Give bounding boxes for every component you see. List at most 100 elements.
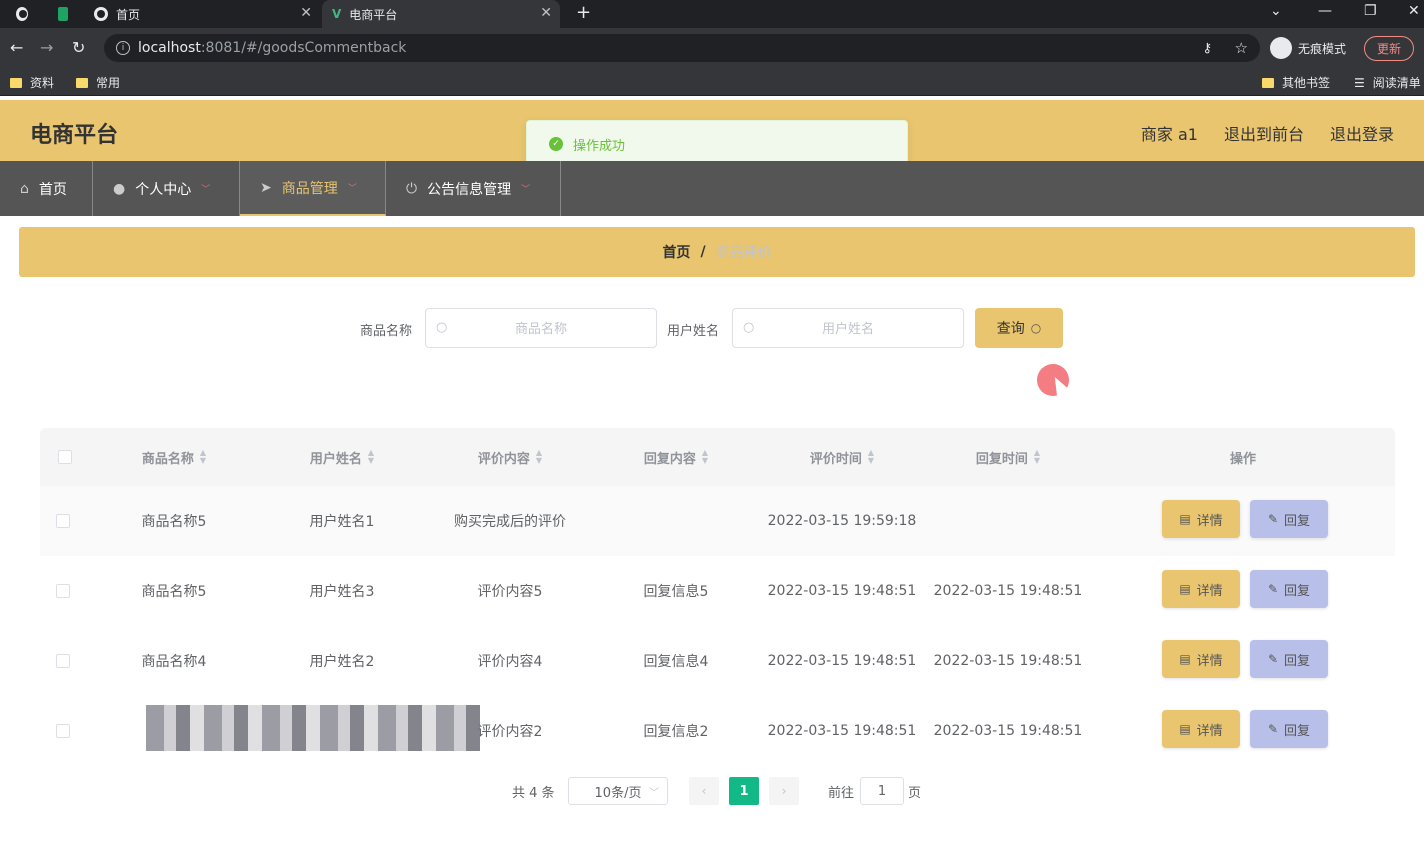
cell-user: 用户姓名2 xyxy=(309,654,375,670)
column-label: 用户姓名 xyxy=(309,451,362,467)
cell-reply-time xyxy=(926,486,1090,556)
page-size-select[interactable]: 10条/页 ﹀ xyxy=(568,777,668,805)
tab-search-icon[interactable]: ⌄ xyxy=(1270,3,1282,19)
column-header[interactable]: 回复内容 ▲ ▼ xyxy=(594,428,758,486)
menu-item-home[interactable]: ⌂ 首页 xyxy=(0,161,93,216)
breadcrumb-separator: / xyxy=(700,244,706,260)
cell-reply-time: 2022-03-15 19:48:51 xyxy=(933,723,1083,739)
site-info-icon[interactable]: i xyxy=(116,41,130,55)
power-icon: ⏻ xyxy=(406,180,418,197)
close-tab-icon[interactable]: ✕ xyxy=(540,5,552,21)
back-icon[interactable]: ← xyxy=(10,38,23,57)
logout-link[interactable]: 退出登录 xyxy=(1330,121,1394,145)
user-name-field[interactable]: ○ xyxy=(732,308,964,348)
user-name-input[interactable] xyxy=(733,309,963,347)
next-page-button[interactable]: › xyxy=(769,777,799,805)
button-label: 详情 xyxy=(1196,723,1223,739)
page-number-current[interactable]: 1 xyxy=(729,777,759,805)
new-tab-icon[interactable]: + xyxy=(576,2,591,23)
column-header[interactable]: 评价内容 ▲ ▼ xyxy=(428,428,592,486)
close-tab-icon[interactable]: ✕ xyxy=(300,5,312,21)
detail-button[interactable]: ▤ 详情 xyxy=(1162,500,1240,538)
reply-button[interactable]: ✎ 回复 xyxy=(1250,500,1328,538)
reply-button[interactable]: ✎ 回复 xyxy=(1250,640,1328,678)
breadcrumb-home[interactable]: 首页 xyxy=(662,242,690,262)
menu-item-profile[interactable]: ● 个人中心 ﹀ xyxy=(93,161,240,216)
row-checkbox[interactable] xyxy=(56,584,70,598)
update-button[interactable]: 更新 xyxy=(1364,35,1415,61)
success-icon: ✓ xyxy=(549,137,563,151)
row-checkbox[interactable] xyxy=(56,514,70,528)
minimize-icon[interactable]: — xyxy=(1318,3,1332,19)
reload-icon[interactable]: ↻ xyxy=(72,38,85,57)
reading-list-icon: ☰ xyxy=(1354,75,1365,90)
sort-icon[interactable]: ▲ ▼ xyxy=(868,449,874,465)
restore-icon[interactable]: ❐ xyxy=(1364,3,1377,19)
select-all-checkbox[interactable] xyxy=(54,428,76,486)
cell-user: 用户姓名1 xyxy=(309,514,375,530)
column-header[interactable]: 评价时间 ▲ ▼ xyxy=(760,428,924,486)
menu-item-notice[interactable]: ⏻ 公告信息管理 ﹀ xyxy=(386,161,561,216)
forward-icon[interactable]: → xyxy=(40,38,53,57)
document-icon: ▤ xyxy=(1179,512,1191,526)
button-label: 详情 xyxy=(1196,653,1223,669)
cell-reply: 回复信息5 xyxy=(643,584,709,600)
reply-button[interactable]: ✎ 回复 xyxy=(1250,570,1328,608)
bookmark-folder-other[interactable]: 其他书签 xyxy=(1262,74,1330,91)
bookmark-folder-ziliao[interactable]: 资料 xyxy=(10,74,54,91)
detail-button[interactable]: ▤ 详情 xyxy=(1162,710,1240,748)
menu-label: 公告信息管理 xyxy=(427,181,512,198)
sort-icon[interactable]: ▲ ▼ xyxy=(200,449,206,465)
menu-item-goods[interactable]: ➤ 商品管理 ﹀ xyxy=(240,161,386,216)
cell-comment: 评价内容5 xyxy=(477,584,543,600)
sort-icon[interactable]: ▲ ▼ xyxy=(702,449,708,465)
breadcrumb-current: 商品评价 xyxy=(715,245,772,261)
sort-icon[interactable]: ▲ ▼ xyxy=(1034,449,1040,465)
goods-name-input[interactable] xyxy=(426,309,656,347)
pinned-tab[interactable] xyxy=(48,0,78,28)
bookmarks-bar: 资料 常用 其他书签 ☰ 阅读清单 xyxy=(0,68,1424,96)
column-header[interactable]: 回复时间 ▲ ▼ xyxy=(926,428,1090,486)
table-row: 商品名称5 用户姓名1 购买完成后的评价 2022-03-15 19:59:18… xyxy=(40,486,1395,556)
url-host: localhost xyxy=(138,40,201,56)
row-checkbox[interactable] xyxy=(56,724,70,738)
comments-table: 商品名称 ▲ ▼ 用户姓名 ▲ ▼ 评价内容 ▲ ▼ 回复内容 ▲ ▼ 评价时间 ▲ ▼ … xyxy=(40,428,1395,748)
search-icon: ○ xyxy=(1030,321,1042,335)
sort-icon[interactable]: ▲ ▼ xyxy=(536,449,542,465)
cell-reply-time: 2022-03-15 19:48:51 xyxy=(933,583,1083,599)
browser-menu[interactable] xyxy=(6,0,46,28)
browser-tab-home[interactable]: 首页 ✕ xyxy=(84,0,320,28)
goods-name-field[interactable]: ○ xyxy=(425,308,657,348)
reading-list[interactable]: ☰ 阅读清单 xyxy=(1354,74,1421,91)
reply-button[interactable]: ✎ 回复 xyxy=(1250,710,1328,748)
page-size-value: 10条/页 xyxy=(594,785,642,801)
goto-label: 前往 xyxy=(828,785,855,801)
detail-button[interactable]: ▤ 详情 xyxy=(1162,640,1240,678)
column-header[interactable]: 商品名称 ▲ ▼ xyxy=(92,428,256,486)
goto-page-input[interactable]: 1 xyxy=(860,777,904,805)
edit-icon: ✎ xyxy=(1267,582,1279,596)
browser-tab-active[interactable]: V 电商平台 ✕ xyxy=(322,0,560,28)
document-icon: ▤ xyxy=(1179,652,1191,666)
sort-icon[interactable]: ▲ ▼ xyxy=(368,449,374,465)
detail-button[interactable]: ▤ 详情 xyxy=(1162,570,1240,608)
browser-tab-bar: 首页 ✕ V 电商平台 ✕ + ⌄ — ❐ ✕ xyxy=(0,0,1424,28)
merchant-name[interactable]: 商家 a1 xyxy=(1141,121,1198,145)
bookmark-folder-changyong[interactable]: 常用 xyxy=(76,74,120,91)
checkbox[interactable] xyxy=(58,450,72,464)
close-window-icon[interactable]: ✕ xyxy=(1408,3,1420,19)
chevron-right-icon: › xyxy=(781,784,787,798)
url-input[interactable]: i localhost :8081/#/goodsCommentback ⚷ ☆ xyxy=(104,34,1260,62)
bookmark-star-icon[interactable]: ☆ xyxy=(1235,39,1248,57)
column-label: 评价时间 xyxy=(809,451,862,467)
query-button[interactable]: 查询 ○ xyxy=(975,308,1063,348)
back-to-front-link[interactable]: 退出到前台 xyxy=(1224,121,1304,145)
prev-page-button[interactable]: ‹ xyxy=(689,777,719,805)
menu-label: 商品管理 xyxy=(281,180,338,197)
cell-reply: 回复信息4 xyxy=(643,654,709,670)
incognito-indicator[interactable]: 无痕模式 xyxy=(1270,34,1346,62)
row-checkbox[interactable] xyxy=(56,654,70,668)
key-icon[interactable]: ⚷ xyxy=(1202,41,1212,56)
column-header[interactable]: 用户姓名 ▲ ▼ xyxy=(260,428,424,486)
table-row: 商品名称5 用户姓名3 评价内容5 回复信息5 2022-03-15 19:48… xyxy=(40,556,1395,626)
